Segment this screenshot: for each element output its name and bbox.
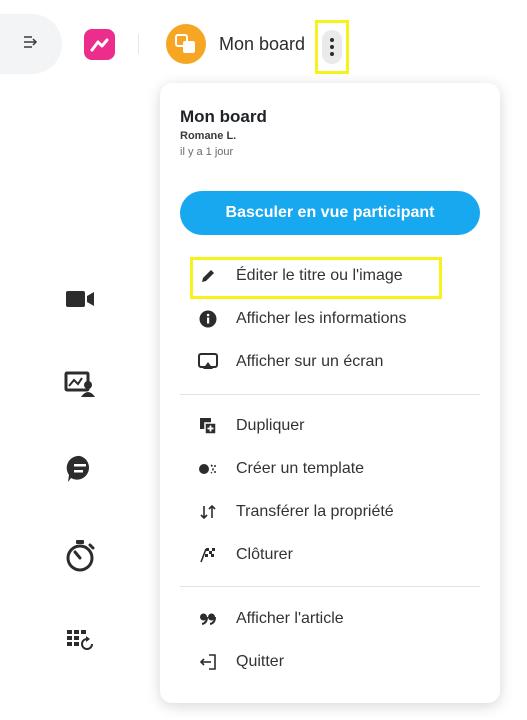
app-logo-icon[interactable] bbox=[84, 29, 115, 60]
menu-item-duplicate[interactable]: Dupliquer bbox=[180, 406, 480, 446]
quote-icon bbox=[180, 599, 236, 639]
grid-refresh-icon[interactable] bbox=[60, 620, 100, 660]
menu-item-label: Clôturer bbox=[236, 546, 293, 563]
menu-item-label: Dupliquer bbox=[236, 417, 305, 434]
menu-item-label: Transférer la propriété bbox=[236, 503, 394, 520]
board-avatar-icon[interactable] bbox=[166, 24, 206, 64]
video-icon[interactable] bbox=[60, 279, 100, 319]
menu-board-title: Mon board bbox=[180, 107, 267, 126]
menu-board-owner: Romane L. bbox=[180, 130, 237, 142]
board-options-menu: Mon board Romane L. il y a 1 jour Bascul… bbox=[160, 83, 500, 703]
pencil-icon bbox=[180, 256, 236, 296]
menu-board-time: il y a 1 jour bbox=[180, 146, 234, 158]
menu-item-close-board[interactable]: Clôturer bbox=[180, 535, 480, 575]
collapse-sidebar-button[interactable] bbox=[0, 14, 62, 74]
switch-participant-view-button[interactable]: Basculer en vue participant bbox=[180, 191, 480, 235]
menu-divider bbox=[180, 394, 480, 395]
menu-item-label: Afficher les informations bbox=[236, 310, 407, 327]
menu-item-quit[interactable]: Quitter bbox=[180, 642, 480, 682]
menu-item-show-info[interactable]: Afficher les informations bbox=[180, 299, 480, 339]
menu-item-create-template[interactable]: Créer un template bbox=[180, 449, 480, 489]
menu-item-label: Afficher l'article bbox=[236, 610, 344, 627]
menu-header: Mon board Romane L. il y a 1 jour bbox=[180, 107, 267, 158]
finish-flag-icon bbox=[180, 535, 236, 575]
menu-item-label: Quitter bbox=[236, 653, 285, 670]
chat-icon[interactable] bbox=[60, 449, 100, 489]
more-vertical-icon bbox=[322, 30, 342, 64]
transfer-icon bbox=[180, 492, 236, 532]
menu-item-label: Afficher sur un écran bbox=[236, 353, 384, 370]
presentation-icon[interactable] bbox=[60, 364, 100, 404]
topbar-divider bbox=[138, 34, 139, 54]
menu-divider bbox=[180, 586, 480, 587]
cast-screen-icon bbox=[180, 342, 236, 382]
menu-item-cast-screen[interactable]: Afficher sur un écran bbox=[180, 342, 480, 382]
menu-item-transfer-ownership[interactable]: Transférer la propriété bbox=[180, 492, 480, 532]
duplicate-icon bbox=[180, 406, 236, 446]
more-options-button[interactable] bbox=[315, 20, 349, 74]
menu-item-show-article[interactable]: Afficher l'article bbox=[180, 599, 480, 639]
template-icon bbox=[180, 449, 236, 489]
menu-item-edit-title[interactable]: Éditer le titre ou l'image bbox=[180, 256, 480, 296]
board-title[interactable]: Mon board bbox=[219, 34, 305, 55]
menu-item-label: Éditer le titre ou l'image bbox=[236, 267, 403, 284]
info-icon bbox=[180, 299, 236, 339]
timer-icon[interactable] bbox=[60, 536, 100, 576]
exit-icon bbox=[180, 642, 236, 682]
menu-item-label: Créer un template bbox=[236, 460, 365, 477]
collapse-sidebar-icon bbox=[23, 35, 39, 54]
